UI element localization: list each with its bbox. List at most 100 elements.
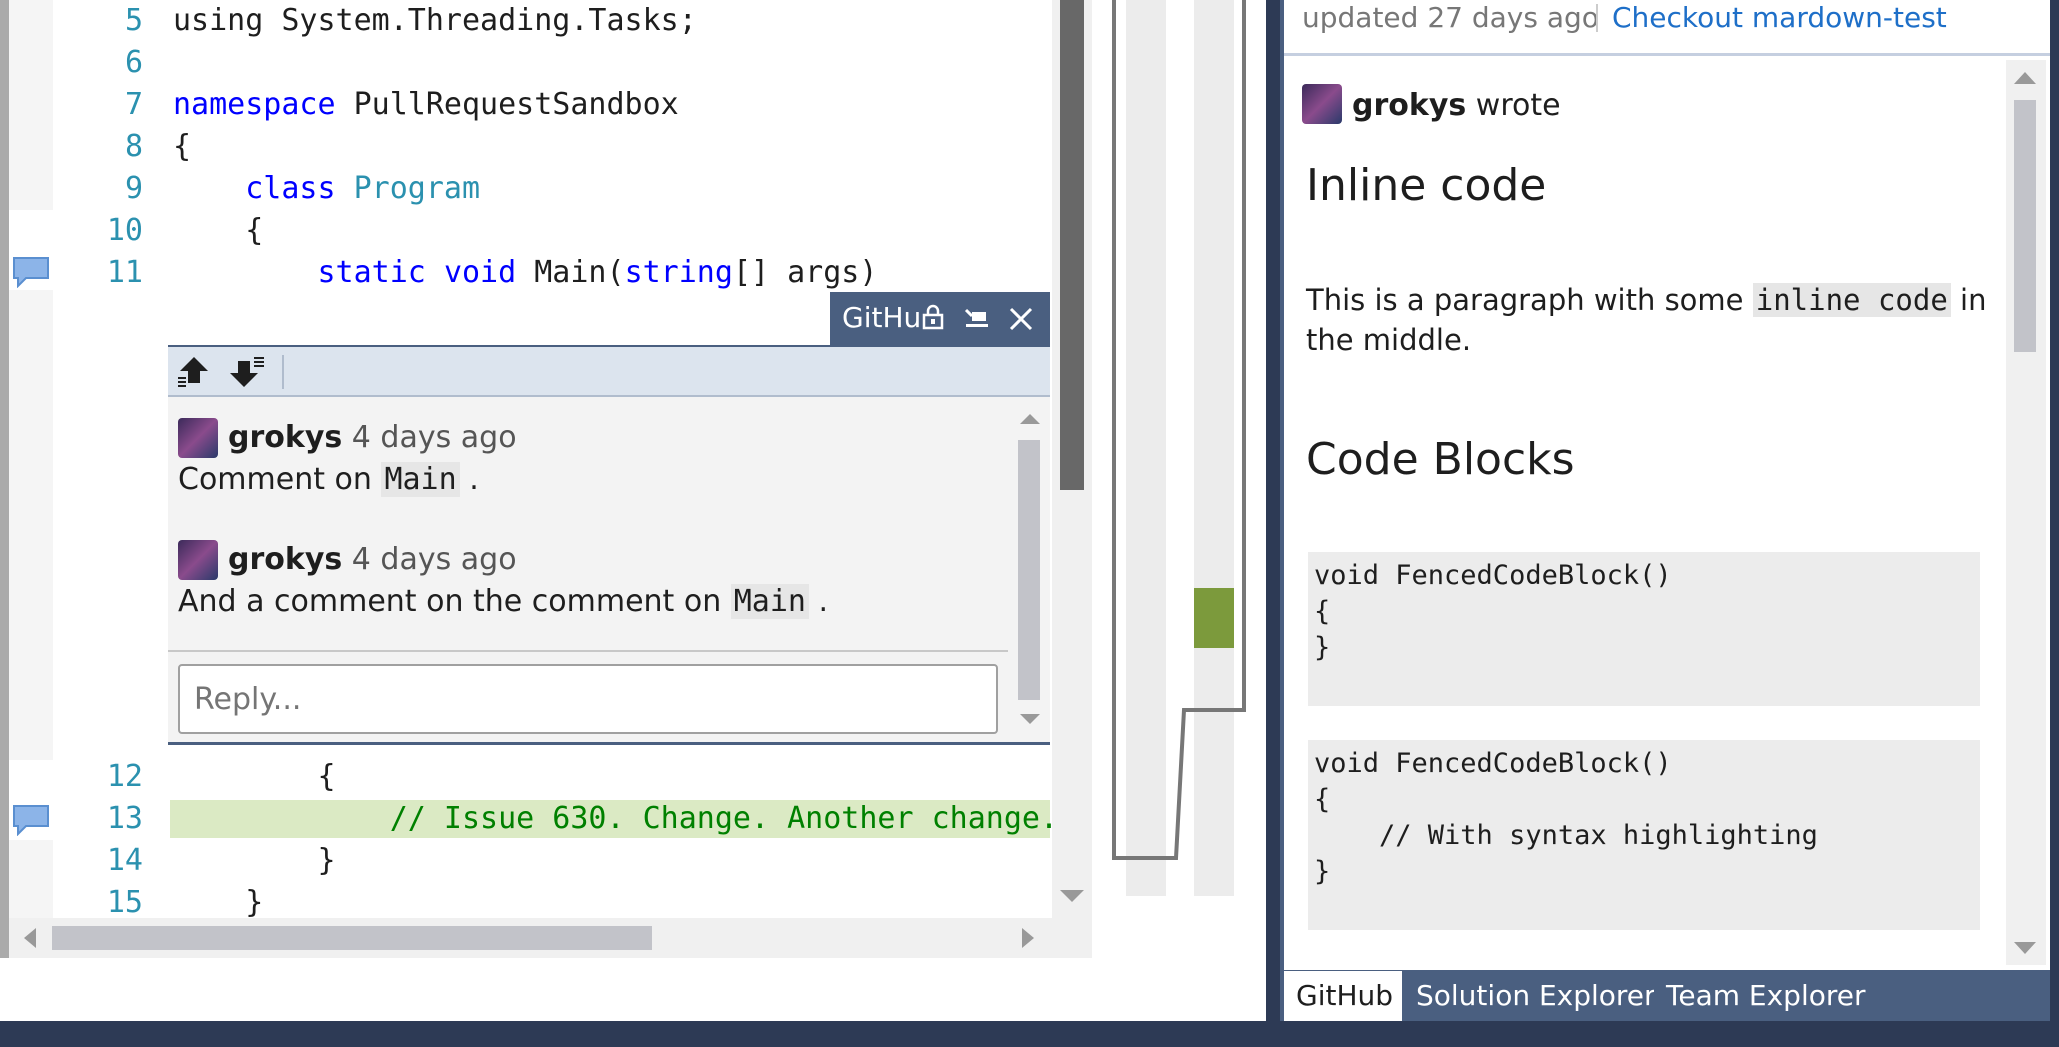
comment-glyph-icon[interactable] [12, 804, 50, 836]
pr-updated: updated 27 days ago [1302, 1, 1599, 34]
comment-inline-code: Main [730, 584, 809, 619]
paragraph-text: This is a paragraph with some [1306, 283, 1753, 317]
scroll-up-icon[interactable] [1018, 410, 1042, 426]
markdown-heading: Inline code [1306, 160, 1547, 211]
code-token: Program [353, 171, 481, 206]
lock-icon[interactable] [922, 304, 944, 330]
code-line[interactable]: 8{ [53, 126, 1053, 168]
tab-github[interactable]: GitHub [1284, 971, 1402, 1021]
header-separator [1596, 4, 1598, 32]
comment-header: grokys 4 days ago [228, 418, 517, 458]
checkout-link[interactable]: Checkout mardown-test [1612, 0, 1947, 36]
comment-author[interactable]: grokys [228, 420, 342, 455]
comment-text: Comment on [178, 462, 382, 497]
line-number: 13 [106, 801, 143, 836]
code-line[interactable]: 12 { [53, 756, 1053, 798]
code-line[interactable]: 5 using System.Threading.Tasks; [53, 0, 1053, 42]
code-token: { [173, 129, 192, 164]
scroll-up-icon[interactable] [2012, 70, 2038, 86]
next-comment-icon[interactable] [230, 355, 266, 389]
pr-header: updated 27 days ago Checkout mardown-tes… [1284, 0, 2050, 56]
previous-comment-icon[interactable] [176, 355, 212, 389]
line-number: 6 [124, 45, 143, 80]
code-token: namespace [173, 87, 336, 122]
reply-input[interactable] [178, 664, 998, 734]
overview-region-outline [1112, 0, 1246, 860]
horizontal-scrollbar-thumb[interactable] [52, 926, 652, 950]
description-author[interactable]: grokys [1352, 88, 1466, 123]
code-token: static [317, 255, 426, 290]
code-line[interactable]: 6 [53, 42, 1053, 84]
line-number: 5 [124, 3, 143, 38]
peek-toolbar [168, 347, 1050, 397]
wrote-label: wrote [1466, 88, 1561, 123]
code-token: string [624, 255, 733, 290]
scroll-down-icon[interactable] [1058, 888, 1086, 904]
code-line[interactable]: 11 static void Main(string[] args) [53, 252, 1053, 294]
diff-change-marker [1194, 588, 1234, 648]
line-number: 10 [106, 213, 143, 248]
comment-body: Comment on Main . [178, 460, 479, 500]
comment-text: . [809, 584, 829, 619]
line-number: 8 [124, 129, 143, 164]
editor-scrollbar-thumb[interactable] [1060, 0, 1084, 490]
avatar [178, 540, 218, 580]
scroll-down-icon[interactable] [1018, 712, 1042, 728]
comment-inline-code: Main [381, 462, 460, 497]
description-author-line: grokys wrote [1352, 86, 1561, 126]
code-line[interactable]: 9 class Program [53, 168, 1053, 210]
markdown-paragraph: This is a paragraph with some inline cod… [1306, 280, 1996, 360]
markdown-heading: Code Blocks [1306, 434, 1575, 485]
line-number: 12 [106, 759, 143, 794]
code-line[interactable]: 10 { [53, 210, 1053, 252]
line-number: 7 [124, 87, 143, 122]
code-token: } [173, 885, 264, 920]
fenced-code-block: void FencedCodeBlock() { } [1308, 552, 1980, 706]
code-token: [] args) [732, 255, 878, 290]
description-scrollbar-thumb[interactable] [2014, 100, 2036, 352]
code-token: { [173, 759, 336, 794]
avatar [1302, 84, 1342, 124]
peek-tab[interactable]: GitHu [830, 292, 1050, 345]
code-line[interactable]: 14 } [53, 840, 1053, 882]
code-token: // Issue 630. Change. Another change. [389, 801, 1059, 836]
comments-divider [168, 650, 1008, 652]
line-number: 11 [106, 255, 143, 290]
code-line[interactable]: 13 // Issue 630. Change. Another change. [53, 798, 1058, 840]
toolbar-separator [282, 355, 284, 389]
avatar [178, 418, 218, 458]
code-token: using System.Threading.Tasks; [173, 3, 697, 38]
promote-icon[interactable] [964, 306, 990, 330]
scroll-left-icon[interactable] [22, 926, 38, 950]
code-line[interactable]: 7 namespace PullRequestSandbox [53, 84, 1053, 126]
code-token: { [173, 213, 264, 248]
comment-glyph-icon[interactable] [12, 256, 50, 288]
scroll-right-icon[interactable] [1020, 926, 1036, 950]
comment-text: And a comment on the comment on [178, 584, 731, 619]
comment-time: 4 days ago [351, 542, 517, 577]
fenced-code-block: void FencedCodeBlock() { // With syntax … [1308, 740, 1980, 930]
comment-author[interactable]: grokys [228, 542, 342, 577]
tab-solution-explorer[interactable]: Solution Explorer [1404, 971, 1656, 1021]
comment-body: And a comment on the comment on Main . [178, 582, 828, 622]
close-icon[interactable] [1008, 306, 1034, 332]
tab-team-explorer[interactable]: Team Explorer [1654, 971, 1874, 1021]
peek-scrollbar-thumb[interactable] [1018, 440, 1040, 700]
code-token: } [173, 843, 336, 878]
paragraph-inline-code: inline code [1752, 283, 1951, 317]
scroll-down-icon[interactable] [2012, 940, 2038, 956]
line-number: 14 [106, 843, 143, 878]
comment-time: 4 days ago [351, 420, 517, 455]
comment-text: . [459, 462, 479, 497]
editor-left-border [0, 0, 9, 958]
comment-header: grokys 4 days ago [228, 540, 517, 580]
code-token: class [245, 171, 336, 206]
line-number: 9 [124, 171, 143, 206]
code-token: PullRequestSandbox [335, 87, 679, 122]
peek-tab-label: GitHu [842, 301, 922, 334]
